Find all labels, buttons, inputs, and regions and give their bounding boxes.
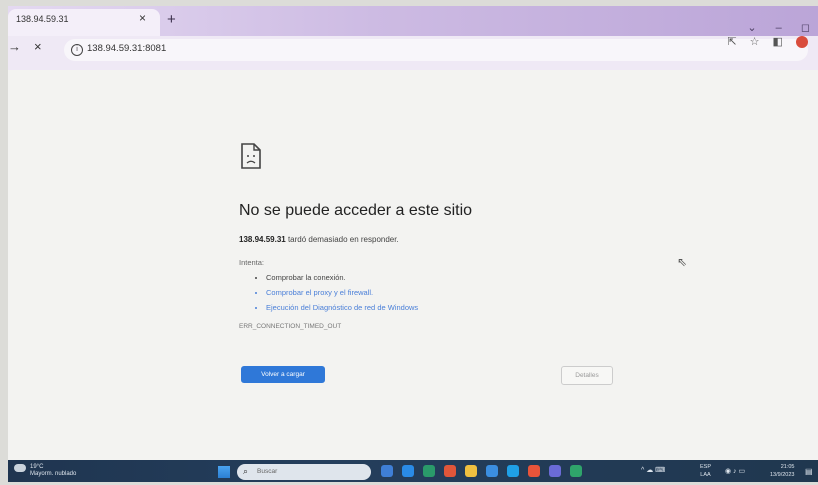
search-placeholder: Buscar xyxy=(257,468,278,475)
taskbar-clock[interactable]: 21:05 13/9/2023 xyxy=(770,463,794,479)
sidepanel-icon[interactable]: ◧ xyxy=(773,36,783,48)
cloud-icon xyxy=(14,464,26,472)
clock-time: 21:05 xyxy=(780,464,795,470)
app-teams-icon[interactable] xyxy=(549,465,561,477)
app-sheets-icon[interactable] xyxy=(570,465,582,477)
error-code: ERR_CONNECTION_TIMED_OUT xyxy=(239,323,342,330)
new-tab-icon[interactable]: + xyxy=(167,12,176,27)
taskbar: 19°C Mayorm. nublado ⌕ Buscar ^ ☁ ⌨ ESP LA… xyxy=(8,460,818,482)
error-title: No se puede acceder a este sitio xyxy=(239,202,473,219)
tab-search-icon[interactable]: ⌄ xyxy=(747,22,756,34)
star-icon[interactable]: ☆ xyxy=(750,36,760,48)
tab-title: 138.94.59.31 xyxy=(16,14,69,24)
clock-date: 13/9/2023 xyxy=(770,472,795,478)
stop-icon[interactable]: × xyxy=(34,39,42,54)
weather-description: Mayorm. nublado xyxy=(30,471,77,477)
suggestions-list: Comprobar la conexión. Comprobar el prox… xyxy=(256,270,418,315)
screen: 138.94.59.31 × + ⌄ – ◻ → × i 138.94.59.3… xyxy=(8,6,818,482)
language-indicator[interactable]: ESP LAA xyxy=(700,463,711,479)
maximize-icon[interactable]: ◻ xyxy=(801,22,810,34)
error-page: No se puede acceder a este sitio 138.94.… xyxy=(8,70,818,460)
tab-strip: 138.94.59.31 × + ⌄ – ◻ xyxy=(8,6,818,36)
pinned-apps xyxy=(381,465,591,482)
error-description: 138.94.59.31 tardó demasiado en responde… xyxy=(239,235,399,244)
app-edge-icon[interactable] xyxy=(507,465,519,477)
profile-avatar-icon[interactable] xyxy=(796,36,808,49)
app-word-icon[interactable] xyxy=(402,465,414,477)
window-controls: ⌄ – ◻ xyxy=(731,21,810,34)
browser-tab[interactable]: 138.94.59.31 × xyxy=(8,9,160,36)
address-bar[interactable]: i 138.94.59.31:8081 xyxy=(64,39,808,61)
suggestion-check-connection: Comprobar la conexión. xyxy=(266,270,418,285)
minimize-icon[interactable]: – xyxy=(776,22,782,34)
toolbar-icons: ⇱ ☆ ◧ xyxy=(717,35,808,49)
windows-start-icon[interactable] xyxy=(218,466,230,478)
app-file-explorer-icon[interactable] xyxy=(465,465,477,477)
app-store-icon[interactable] xyxy=(528,465,540,477)
suggestion-network-diagnostics-link[interactable]: Ejecución del Diagnóstico de red de Wind… xyxy=(266,300,418,315)
weather-temperature: 19°C xyxy=(30,464,44,470)
language-bottom: LAA xyxy=(700,472,711,478)
weather-widget[interactable]: 19°C Mayorm. nublado xyxy=(14,464,76,478)
app-chrome-icon[interactable] xyxy=(486,465,498,477)
app-powerpoint-icon[interactable] xyxy=(444,465,456,477)
details-button[interactable]: Detalles xyxy=(561,366,613,385)
reload-button[interactable]: Volver a cargar xyxy=(241,366,325,383)
app-excel-icon[interactable] xyxy=(423,465,435,477)
taskbar-search[interactable]: ⌕ Buscar xyxy=(237,464,371,480)
app-chat-icon[interactable] xyxy=(381,465,393,477)
mouse-cursor-icon: ⇖ xyxy=(677,255,688,269)
url-text[interactable]: 138.94.59.31:8081 xyxy=(87,43,166,54)
share-icon[interactable]: ⇱ xyxy=(727,36,736,48)
info-icon[interactable]: i xyxy=(71,44,83,56)
system-status-icons[interactable]: ◉ ♪ ▭ xyxy=(725,467,745,475)
back-icon[interactable]: → xyxy=(8,39,21,54)
error-host: 138.94.59.31 xyxy=(239,235,286,244)
search-icon: ⌕ xyxy=(243,466,249,476)
language-top: ESP xyxy=(700,464,712,470)
browser-toolbar: → × i 138.94.59.31:8081 xyxy=(8,36,818,70)
tray-chevron-icon[interactable]: ^ ☁ ⌨ xyxy=(641,466,665,474)
sad-page-icon xyxy=(241,143,261,169)
notification-icon[interactable]: ▤ xyxy=(805,467,813,476)
error-description-text: tardó demasiado en responder. xyxy=(285,235,399,244)
try-label: Intenta: xyxy=(239,258,265,267)
tab-close-icon[interactable]: × xyxy=(139,11,146,25)
suggestion-check-proxy-link[interactable]: Comprobar el proxy y el firewall. xyxy=(266,285,418,300)
